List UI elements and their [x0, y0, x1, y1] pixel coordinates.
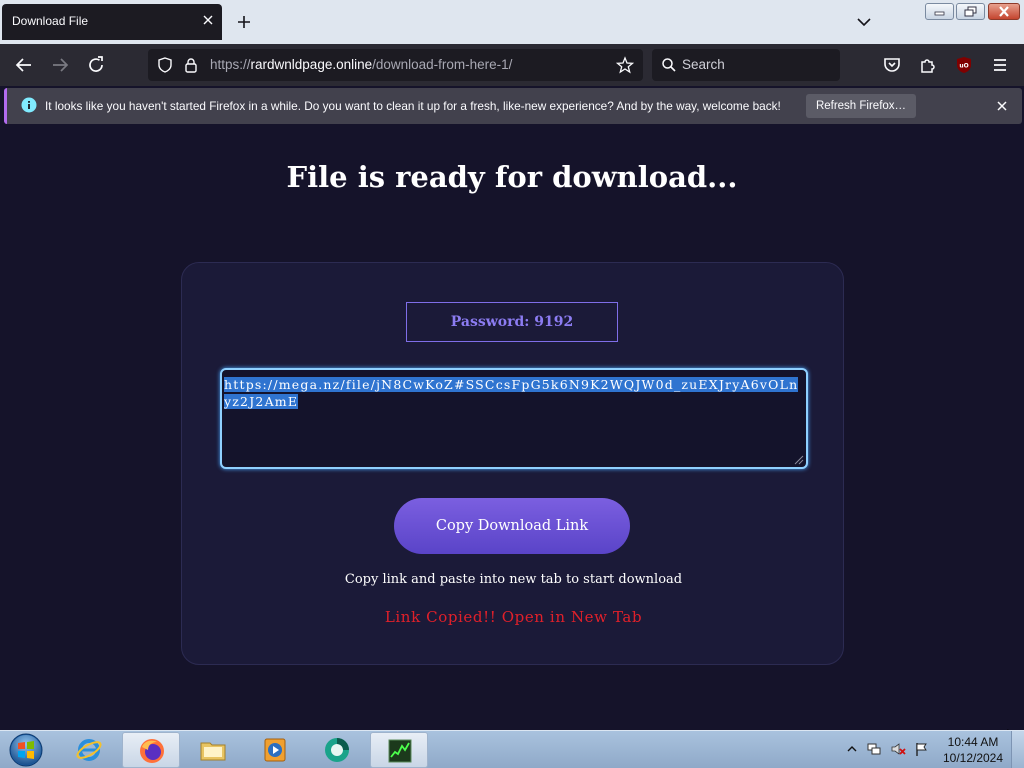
tracking-protection-shield-icon[interactable] — [156, 56, 174, 74]
search-bar[interactable]: Search — [652, 49, 840, 81]
restore-icon — [964, 6, 977, 17]
internet-explorer-icon — [76, 739, 102, 761]
clock-time: 10:44 AM — [947, 735, 999, 749]
taskbar-app[interactable] — [308, 732, 366, 768]
windows-taskbar: 10:44 AM 10/12/2024 — [0, 730, 1024, 768]
active-tab[interactable]: Download File — [2, 4, 222, 40]
list-all-tabs-chevron-icon[interactable] — [854, 12, 874, 32]
search-placeholder: Search — [682, 57, 725, 72]
resize-grip-icon[interactable] — [792, 453, 804, 465]
media-player-icon — [264, 738, 286, 762]
download-card: Password: 9192 https://mega.nz/file/jN8C… — [181, 262, 844, 665]
volume-muted-icon[interactable] — [890, 741, 906, 757]
lock-icon[interactable] — [182, 56, 200, 74]
close-icon — [999, 6, 1009, 17]
selected-link-text: https://mega.nz/file/jN8CwKoZ#SSCcsFpG5k… — [224, 377, 799, 409]
window-minimize-button[interactable] — [925, 3, 954, 20]
search-icon — [662, 58, 676, 72]
address-bar[interactable]: https://rardwnldpage.online/download-fro… — [148, 49, 643, 81]
page-title: File is ready for download... — [286, 160, 738, 194]
download-link-text[interactable]: https://mega.nz/file/jN8CwKoZ#SSCcsFpG5k… — [224, 376, 804, 410]
new-tab-plus-icon[interactable] — [234, 12, 254, 32]
reload-icon[interactable] — [84, 53, 108, 77]
system-tray: 10:44 AM 10/12/2024 — [844, 731, 1024, 768]
info-icon — [21, 97, 37, 113]
refresh-firefox-notification: It looks like you haven't started Firefo… — [4, 88, 1022, 124]
web-page-content: File is ready for download... Password: … — [0, 126, 1024, 750]
forward-arrow-icon[interactable] — [48, 53, 72, 77]
hamburger-menu-icon[interactable] — [988, 53, 1012, 77]
navigation-toolbar: https://rardwnldpage.online/download-fro… — [0, 44, 1024, 86]
url-scheme: https:// — [210, 57, 251, 72]
app-icon — [325, 738, 349, 762]
window-close-button[interactable] — [988, 3, 1020, 20]
tab-close-icon[interactable] — [200, 12, 216, 28]
notification-close-icon[interactable] — [993, 97, 1011, 115]
svg-text:uO: uO — [959, 63, 968, 70]
bookmark-star-icon[interactable] — [616, 56, 634, 74]
taskbar-internet-explorer[interactable] — [60, 732, 118, 768]
windows-start-orb-icon[interactable] — [6, 732, 46, 768]
url-text[interactable]: https://rardwnldpage.online/download-fro… — [210, 57, 512, 72]
show-desktop-button[interactable] — [1011, 731, 1024, 768]
tab-strip: Download File — [0, 0, 1024, 44]
system-clock[interactable]: 10:44 AM 10/12/2024 — [942, 734, 1004, 766]
password-label: Password: 9192 — [406, 302, 618, 342]
tab-title: Download File — [12, 14, 89, 28]
task-manager-icon — [388, 739, 412, 763]
copy-download-link-button[interactable]: Copy Download Link — [394, 498, 630, 554]
notification-message: It looks like you haven't started Firefo… — [45, 99, 781, 113]
network-icon[interactable] — [866, 741, 882, 757]
url-path: /download-from-here-1/ — [372, 57, 513, 72]
taskbar-media-player[interactable] — [246, 732, 304, 768]
extensions-puzzle-icon[interactable] — [916, 53, 940, 77]
url-domain: rardwnldpage.online — [250, 57, 373, 72]
file-explorer-icon — [200, 742, 226, 761]
window-restore-button[interactable] — [956, 3, 985, 20]
ublock-origin-icon[interactable]: uO — [952, 53, 976, 77]
refresh-firefox-button[interactable]: Refresh Firefox… — [806, 94, 916, 118]
show-hidden-icons-arrow-icon[interactable] — [844, 741, 860, 757]
taskbar-file-explorer[interactable] — [184, 732, 242, 768]
taskbar-task-manager[interactable] — [370, 732, 428, 768]
minimize-icon — [934, 11, 945, 16]
clock-date: 10/12/2024 — [942, 751, 1004, 765]
taskbar-firefox[interactable] — [122, 732, 180, 768]
firefox-icon — [140, 739, 164, 763]
pocket-icon[interactable] — [880, 53, 904, 77]
download-link-textarea[interactable]: https://mega.nz/file/jN8CwKoZ#SSCcsFpG5k… — [220, 368, 808, 469]
back-arrow-icon[interactable] — [12, 53, 36, 77]
link-copied-message: Link Copied!! Open in New Tab — [384, 608, 643, 626]
action-center-flag-icon[interactable] — [914, 741, 930, 757]
copy-instruction-text: Copy link and paste into new tab to star… — [344, 572, 683, 587]
